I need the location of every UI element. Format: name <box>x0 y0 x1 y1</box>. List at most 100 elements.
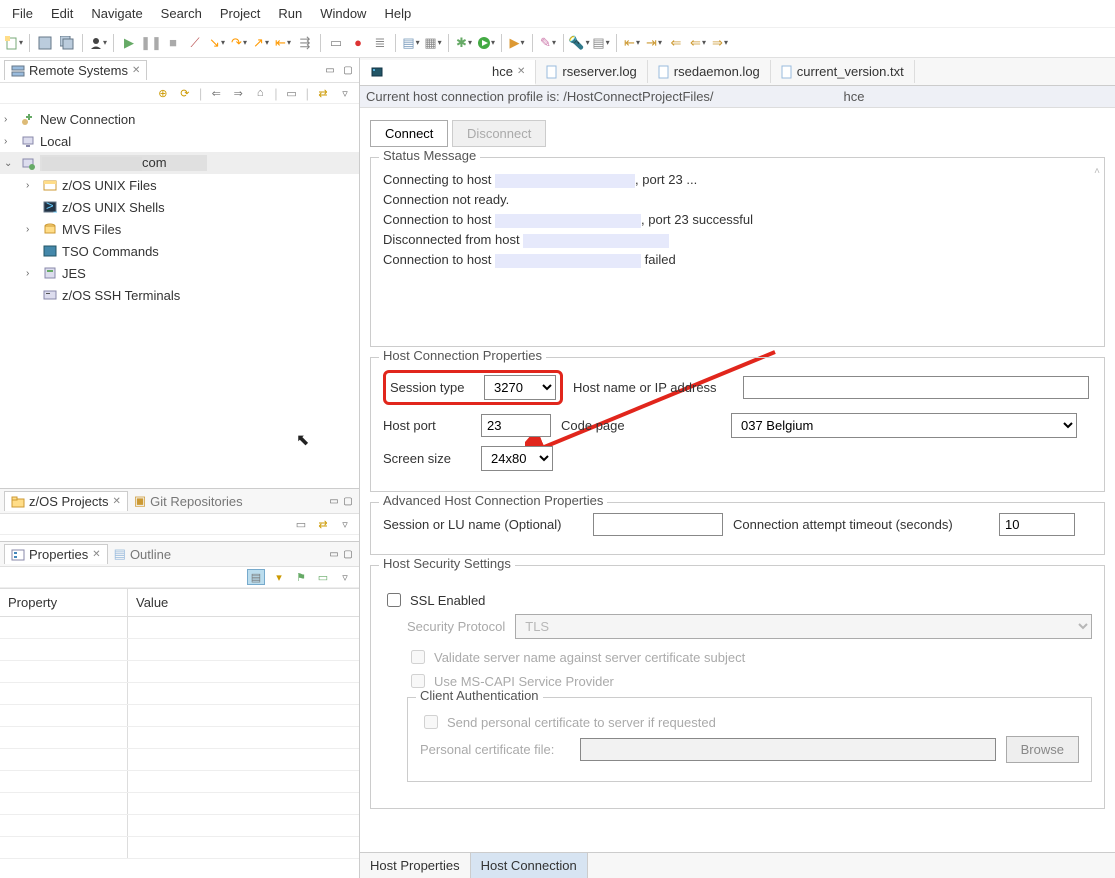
resume-icon[interactable]: ▶ <box>120 34 138 52</box>
wand-icon[interactable]: ✎ <box>539 34 557 52</box>
col-property[interactable]: Property <box>0 589 128 616</box>
fwd-hist-icon[interactable]: ⇒ <box>711 34 729 52</box>
link-icon[interactable]: ⇄ <box>315 85 331 101</box>
remote-systems-tree[interactable]: › New Connection › Local ⌄ com › z/OS UN… <box>0 104 359 488</box>
close-icon[interactable]: ✕ <box>132 65 140 76</box>
back-hist-icon[interactable]: ⇐ <box>689 34 707 52</box>
refresh-icon[interactable]: ⟳ <box>177 85 193 101</box>
tree-mvs-files[interactable]: › MVS Files <box>0 218 359 240</box>
connect-button[interactable]: Connect <box>370 120 448 147</box>
tree-label: z/OS UNIX Files <box>62 178 157 193</box>
ssl-enabled-checkbox[interactable] <box>387 593 401 607</box>
remote-systems-tab[interactable]: Remote Systems ✕ <box>4 60 147 80</box>
ext-tools-icon[interactable]: ▶ <box>508 34 526 52</box>
collapse-icon[interactable]: ▭ <box>284 85 300 101</box>
git-repos-tab[interactable]: ▣ Git Repositories <box>128 491 249 511</box>
code-page-select[interactable]: 037 Belgium <box>731 413 1077 438</box>
menu-navigate[interactable]: Navigate <box>83 2 150 25</box>
next-edit-icon[interactable]: ⇥ <box>645 34 663 52</box>
zos-projects-tab[interactable]: z/OS Projects ✕ <box>4 491 128 511</box>
step-over-icon[interactable]: ↷ <box>230 34 248 52</box>
debug-icon[interactable]: ✱ <box>455 34 473 52</box>
menu-file[interactable]: File <box>4 2 41 25</box>
close-icon[interactable]: ✕ <box>92 549 100 560</box>
menu-edit[interactable]: Edit <box>43 2 81 25</box>
build-icon[interactable]: ▭ <box>327 34 345 52</box>
tab-host-properties[interactable]: Host Properties <box>360 853 471 878</box>
drop-frame-icon[interactable]: ⇤ <box>274 34 292 52</box>
menu-run[interactable]: Run <box>270 2 310 25</box>
lu-name-input[interactable] <box>593 513 723 536</box>
view-menu-icon[interactable]: ▿ <box>337 516 353 532</box>
minimize-icon[interactable]: ▭ <box>327 494 341 508</box>
view-menu-icon[interactable]: ▿ <box>337 85 353 101</box>
tree-new-connection[interactable]: › New Connection <box>0 108 359 130</box>
new-project-icon[interactable]: ▦ <box>424 34 442 52</box>
record-icon[interactable]: ● <box>349 34 367 52</box>
new-connection-icon <box>20 111 36 127</box>
tree-unix-files[interactable]: › z/OS UNIX Files <box>0 174 359 196</box>
view-menu-icon[interactable]: ▿ <box>337 569 353 585</box>
menu-window[interactable]: Window <box>312 2 374 25</box>
new-file-icon[interactable]: ▤ <box>402 34 420 52</box>
save-all-icon[interactable] <box>58 34 76 52</box>
link-icon[interactable]: ⇄ <box>315 516 331 532</box>
step-return-icon[interactable]: ↗ <box>252 34 270 52</box>
tab-currentversion[interactable]: current_version.txt <box>771 60 915 83</box>
host-port-input[interactable] <box>481 414 551 437</box>
menu-help[interactable]: Help <box>376 2 419 25</box>
back-icon[interactable]: ⇐ <box>208 85 224 101</box>
tab-host-connection[interactable]: Host Connection <box>471 853 588 878</box>
close-icon[interactable]: ✕ <box>112 496 120 507</box>
back-icon[interactable]: ⇐ <box>667 34 685 52</box>
tree-unix-shells[interactable]: › >_ z/OS UNIX Shells <box>0 196 359 218</box>
disconnect-icon[interactable]: ⟋ <box>186 34 204 52</box>
disconnect-button: Disconnect <box>452 120 546 147</box>
menu-project[interactable]: Project <box>212 2 268 25</box>
outline-tab[interactable]: ▤ Outline <box>108 544 178 564</box>
tree-ssh[interactable]: › z/OS SSH Terminals <box>0 284 359 306</box>
search-icon[interactable]: 🔦 <box>570 34 588 52</box>
profile-icon[interactable] <box>89 34 107 52</box>
step-into-icon[interactable]: ↘ <box>208 34 226 52</box>
col-value[interactable]: Value <box>128 589 359 616</box>
tree-local[interactable]: › Local <box>0 130 359 152</box>
menu-search[interactable]: Search <box>153 2 210 25</box>
pin-icon[interactable]: ⚑ <box>293 569 309 585</box>
tree-jes[interactable]: › JES <box>0 262 359 284</box>
run-icon[interactable] <box>477 34 495 52</box>
new-conn-icon[interactable]: ⊕ <box>155 85 171 101</box>
pause-icon[interactable]: ❚❚ <box>142 34 160 52</box>
bookmark-icon[interactable]: ▤ <box>592 34 610 52</box>
categories-icon[interactable]: ▤ <box>247 569 265 585</box>
prev-edit-icon[interactable]: ⇤ <box>623 34 641 52</box>
scroll-up-icon[interactable]: ˄ <box>1094 166 1100 177</box>
table-row <box>0 639 359 661</box>
tree-tso[interactable]: › TSO Commands <box>0 240 359 262</box>
maximize-icon[interactable]: ▢ <box>341 63 355 77</box>
session-type-select[interactable]: 3270 <box>484 375 556 400</box>
tree-host[interactable]: ⌄ com <box>0 152 359 174</box>
host-name-input[interactable] <box>743 376 1089 399</box>
new-icon[interactable] <box>5 34 23 52</box>
properties-tab[interactable]: Properties ✕ <box>4 544 108 564</box>
maximize-icon[interactable]: ▢ <box>341 547 355 561</box>
filter-icon[interactable]: ▾ <box>271 569 287 585</box>
tab-rsedaemon[interactable]: rsedaemon.log <box>648 60 771 83</box>
new-icon[interactable]: ▭ <box>315 569 331 585</box>
tab-rseserver[interactable]: rseserver.log <box>536 60 647 83</box>
coverage-icon[interactable]: ≣ <box>371 34 389 52</box>
minimize-icon[interactable]: ▭ <box>323 63 337 77</box>
minimize-icon[interactable]: ▭ <box>327 547 341 561</box>
maximize-icon[interactable]: ▢ <box>341 494 355 508</box>
screen-size-select[interactable]: 24x80 <box>481 446 553 471</box>
save-icon[interactable] <box>36 34 54 52</box>
tab-hce[interactable]: hce ✕ <box>360 60 536 85</box>
stop-icon[interactable]: ■ <box>164 34 182 52</box>
timeout-input[interactable] <box>999 513 1075 536</box>
home-icon[interactable]: ⌂ <box>252 85 268 101</box>
fwd-icon[interactable]: ⇒ <box>230 85 246 101</box>
step-filters-icon[interactable]: ⇶ <box>296 34 314 52</box>
collapse-icon[interactable]: ▭ <box>293 516 309 532</box>
close-icon[interactable]: ✕ <box>517 66 525 77</box>
